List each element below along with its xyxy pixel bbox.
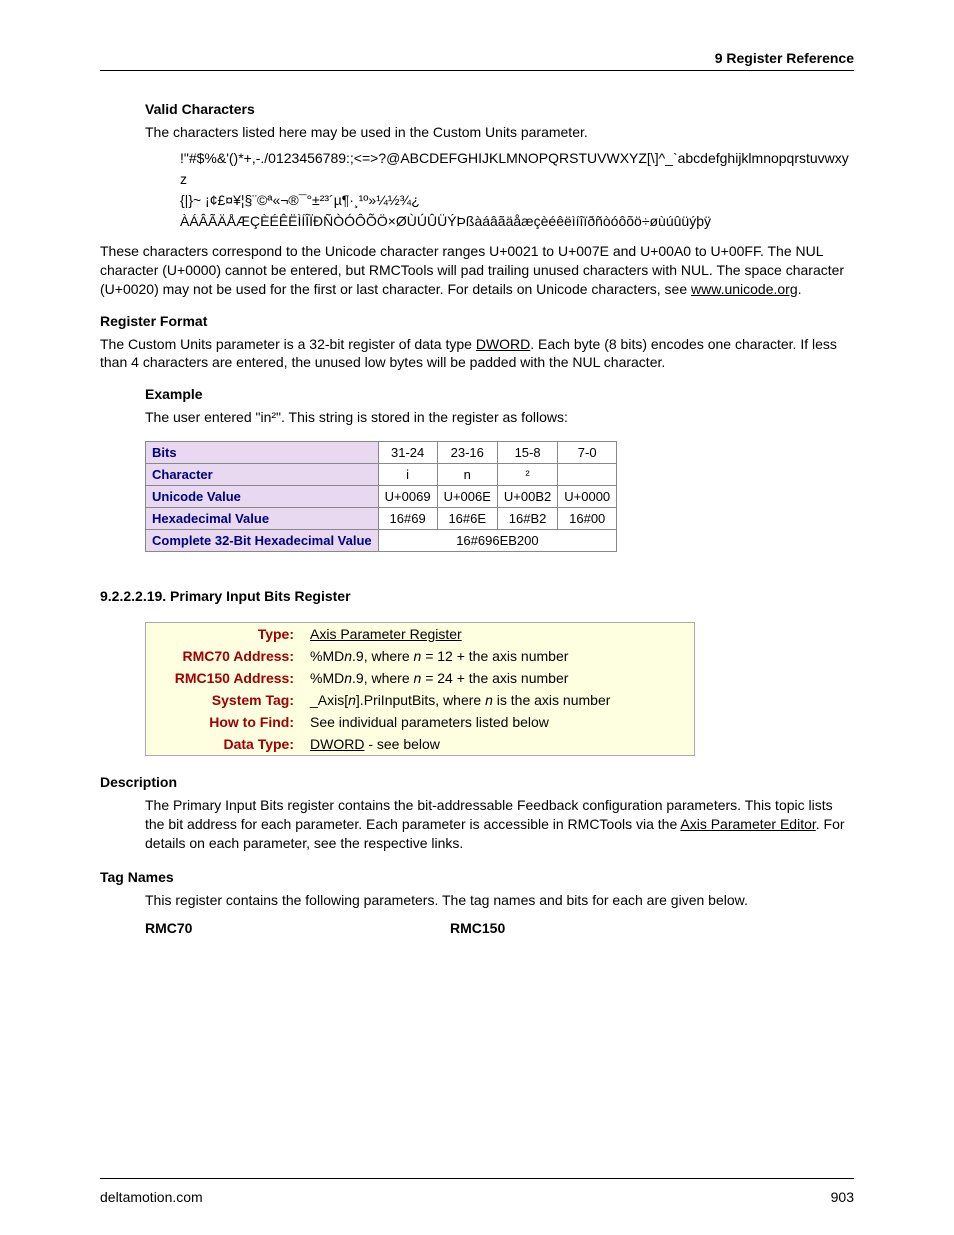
- rmc70-value: %MDn.9, where n = 12 + the axis number: [302, 645, 695, 667]
- row-label: Bits: [146, 442, 379, 464]
- reg-format-text: The Custom Units parameter is a 32-bit r…: [100, 335, 854, 373]
- table-row: Complete 32-Bit Hexadecimal Value 16#696…: [146, 530, 617, 552]
- table-row: Data Type: DWORD - see below: [146, 733, 695, 756]
- rmc150-value: %MDn.9, where n = 24 + the axis number: [302, 667, 695, 689]
- table-row: Character i n ²: [146, 464, 617, 486]
- bits-table: Bits 31-24 23-16 15-8 7-0 Character i n …: [145, 441, 617, 552]
- axis-param-link[interactable]: Axis Parameter Register: [310, 626, 462, 642]
- unicode-note: These characters correspond to the Unico…: [100, 242, 854, 299]
- reg-format-heading: Register Format: [100, 313, 854, 329]
- valid-chars-intro: The characters listed here may be used i…: [145, 123, 854, 142]
- unicode-link[interactable]: www.unicode.org: [691, 281, 798, 297]
- dword-link-2[interactable]: DWORD: [310, 736, 364, 752]
- rmc150-label: RMC150 Address:: [146, 667, 303, 689]
- page-footer: deltamotion.com 903: [100, 1178, 854, 1205]
- table-row: RMC70 Address: %MDn.9, where n = 12 + th…: [146, 645, 695, 667]
- header-title: 9 Register Reference: [100, 50, 854, 66]
- dword-link[interactable]: DWORD: [476, 336, 530, 352]
- table-row: Bits 31-24 23-16 15-8 7-0: [146, 442, 617, 464]
- row-label: Complete 32-Bit Hexadecimal Value: [146, 530, 379, 552]
- type-label: Type:: [146, 623, 303, 646]
- axis-param-editor-link[interactable]: Axis Parameter Editor: [680, 816, 815, 832]
- info-table: Type: Axis Parameter Register RMC70 Addr…: [145, 622, 695, 756]
- char-line-2: {|}~ ¡¢£¤¥¦§¨©ª«¬®¯°±²³´µ¶·¸¹º»¼½¾¿: [180, 192, 420, 208]
- footer-right: 903: [831, 1189, 854, 1205]
- final-value: 16#696EB200: [378, 530, 617, 552]
- description-heading: Description: [100, 774, 854, 790]
- char-line-3: ÀÁÂÃÄÅÆÇÈÉÊËÌÍÎÏÐÑÒÓÔÕÖ×ØÙÚÛÜÝÞßàáâãäåæç…: [180, 213, 711, 229]
- section-number: 9.2.2.2.19. Primary Input Bits Register: [100, 588, 854, 604]
- tag-columns: RMC70 RMC150: [145, 920, 854, 936]
- row-label: Character: [146, 464, 379, 486]
- rmc70-label: RMC70 Address:: [146, 645, 303, 667]
- table-row: Hexadecimal Value 16#69 16#6E 16#B2 16#0…: [146, 508, 617, 530]
- table-row: System Tag: _Axis[n].PriInputBits, where…: [146, 689, 695, 711]
- footer-left: deltamotion.com: [100, 1189, 203, 1205]
- valid-chars-heading: Valid Characters: [145, 101, 854, 117]
- dtype-value: DWORD - see below: [302, 733, 695, 756]
- table-row: Type: Axis Parameter Register: [146, 623, 695, 646]
- table-row: How to Find: See individual parameters l…: [146, 711, 695, 733]
- row-label: Unicode Value: [146, 486, 379, 508]
- col-rmc70: RMC70: [145, 920, 450, 936]
- char-block: !"#$%&'()*+,-./0123456789:;<=>?@ABCDEFGH…: [145, 148, 854, 232]
- description-text: The Primary Input Bits register contains…: [145, 796, 854, 853]
- tagnames-text: This register contains the following par…: [145, 891, 854, 910]
- table-row: Unicode Value U+0069 U+006E U+00B2 U+000…: [146, 486, 617, 508]
- systag-value: _Axis[n].PriInputBits, where n is the ax…: [302, 689, 695, 711]
- page-header: 9 Register Reference: [100, 50, 854, 71]
- table-row: RMC150 Address: %MDn.9, where n = 24 + t…: [146, 667, 695, 689]
- systag-label: System Tag:: [146, 689, 303, 711]
- howto-value: See individual parameters listed below: [302, 711, 695, 733]
- dtype-label: Data Type:: [146, 733, 303, 756]
- char-line-1: !"#$%&'()*+,-./0123456789:;<=>?@ABCDEFGH…: [180, 150, 849, 187]
- example-text: The user entered "in²". This string is s…: [145, 408, 854, 427]
- howto-label: How to Find:: [146, 711, 303, 733]
- tagnames-heading: Tag Names: [100, 869, 854, 885]
- row-label: Hexadecimal Value: [146, 508, 379, 530]
- col-rmc150: RMC150: [450, 920, 505, 936]
- example-heading: Example: [145, 386, 854, 402]
